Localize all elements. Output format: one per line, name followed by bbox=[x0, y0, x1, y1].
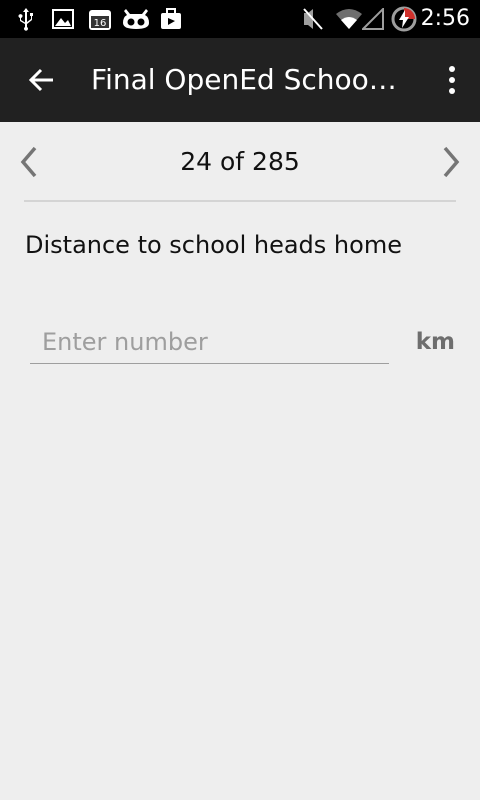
page-title: Final OpenEd School… bbox=[91, 63, 401, 96]
number-input[interactable] bbox=[30, 320, 389, 364]
unit-label: km bbox=[415, 329, 455, 355]
back-button[interactable] bbox=[22, 60, 62, 100]
usb-icon bbox=[14, 7, 38, 31]
wifi-icon bbox=[334, 7, 364, 31]
answer-row: km bbox=[30, 320, 460, 370]
question-label: Distance to school heads home bbox=[25, 231, 402, 259]
signal-icon bbox=[362, 7, 384, 31]
overflow-menu-button[interactable] bbox=[442, 60, 462, 100]
chevron-right-icon bbox=[443, 146, 460, 178]
app-bar: Final OpenEd School… bbox=[0, 38, 480, 122]
divider bbox=[24, 200, 456, 202]
question-pager: 24 of 285 bbox=[0, 122, 480, 202]
calendar-16-icon: 16 bbox=[86, 7, 114, 31]
muted-icon bbox=[300, 7, 326, 31]
calendar-badge-text: 16 bbox=[94, 18, 107, 29]
briefcase-icon bbox=[158, 7, 184, 31]
battery-charging-icon bbox=[390, 6, 418, 32]
next-button[interactable] bbox=[436, 142, 466, 182]
arrow-back-icon bbox=[28, 68, 53, 92]
image-icon bbox=[50, 7, 76, 31]
status-bar: 16 2:56 bbox=[0, 0, 480, 38]
overflow-menu-icon bbox=[449, 66, 455, 72]
question-counter: 24 of 285 bbox=[180, 147, 300, 176]
status-clock: 2:56 bbox=[420, 6, 470, 31]
robot-icon bbox=[120, 7, 152, 31]
